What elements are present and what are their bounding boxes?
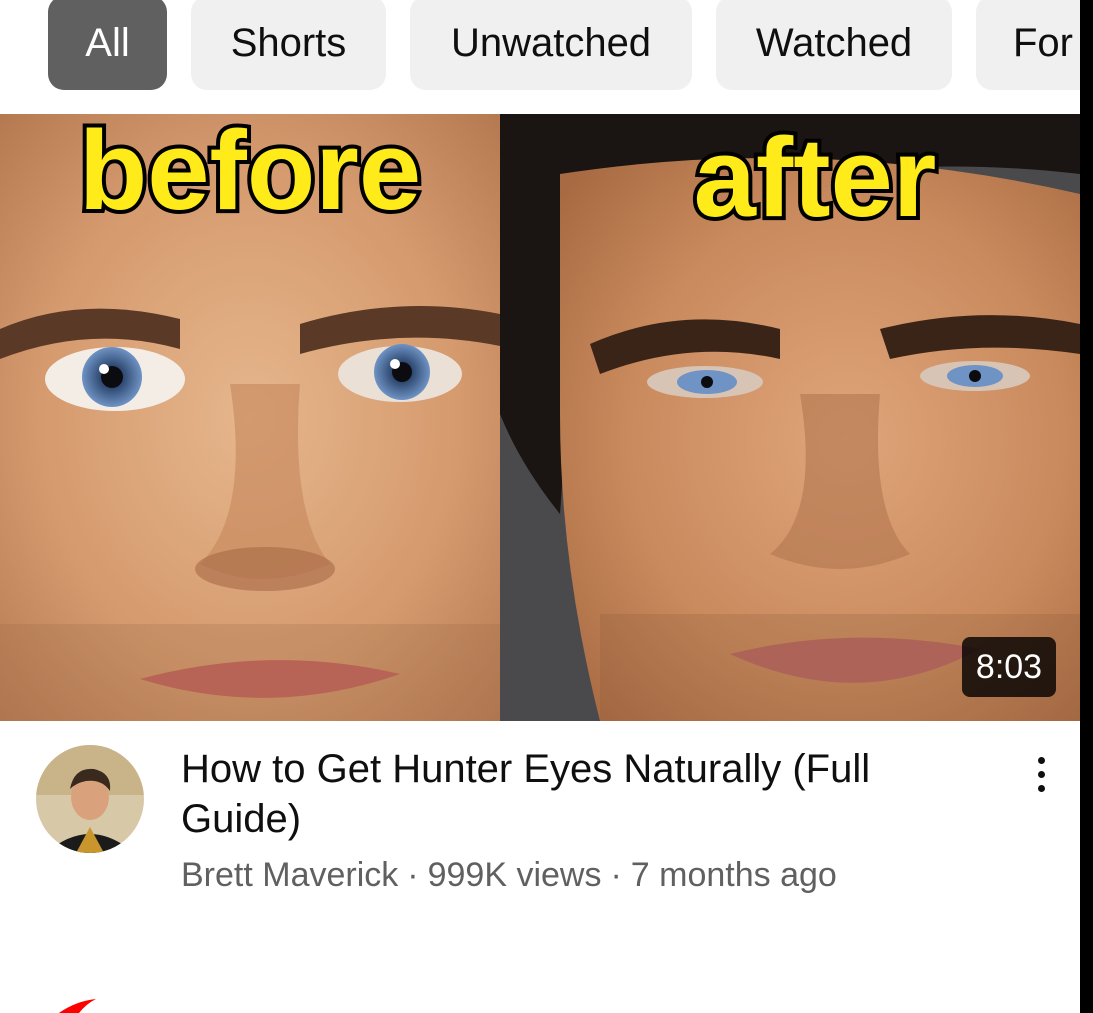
avatar-image [36,745,144,853]
chip-shorts[interactable]: Shorts [191,0,386,90]
thumbnail-image: before after [0,114,1080,721]
separator: · [407,856,419,894]
chip-watched[interactable]: Watched [716,0,952,90]
filter-chips-bar: All Shorts Unwatched Watched For [0,0,1080,114]
menu-dot [1037,756,1045,764]
video-metadata: Brett Maverick · 999K views · 7 months ago [181,852,1001,898]
video-title[interactable]: How to Get Hunter Eyes Naturally (Full G… [181,744,971,844]
chip-for[interactable]: For [976,0,1080,90]
menu-dot [1037,770,1045,778]
upload-age: 7 months ago [630,856,837,894]
chip-all[interactable]: All [48,0,167,90]
view-count: 999K views [427,856,602,894]
channel-avatar[interactable] [36,745,144,853]
channel-name[interactable]: Brett Maverick [181,856,398,894]
app-screen: All Shorts Unwatched Watched For before … [0,0,1080,1013]
more-vertical-icon[interactable] [1018,746,1064,802]
menu-dot [1037,784,1045,792]
video-thumbnail[interactable]: before after [0,114,1080,721]
separator: · [610,856,622,894]
youtube-logo-icon [58,999,96,1013]
after-caption: after [694,115,937,240]
duration-badge: 8:03 [962,637,1056,697]
chip-unwatched[interactable]: Unwatched [410,0,692,90]
before-caption: before [79,114,421,233]
